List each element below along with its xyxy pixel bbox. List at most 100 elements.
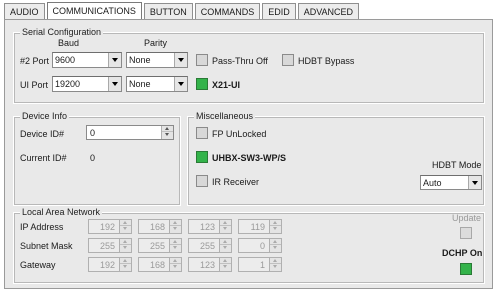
spin-down-icon[interactable]: [270, 226, 281, 232]
tab-commands[interactable]: COMMANDS: [194, 3, 261, 20]
chevron-down-icon[interactable]: [108, 53, 121, 67]
spinner-buttons[interactable]: [269, 239, 281, 252]
current-id-value: 0: [90, 153, 96, 163]
fp-unlocked-toggle[interactable]: [196, 127, 208, 139]
chevron-down-icon[interactable]: [468, 176, 481, 189]
spin-down-icon[interactable]: [220, 245, 231, 251]
ui-baud-select[interactable]: 19200: [52, 76, 122, 92]
hdbt-bypass-toggle[interactable]: [282, 54, 294, 66]
gateway-octet-3-value: 123: [199, 260, 215, 270]
spinner-buttons[interactable]: [169, 220, 181, 233]
subnet-octet-1[interactable]: 255: [88, 238, 132, 253]
tab-edid[interactable]: EDID: [262, 3, 296, 20]
update-label: Update: [452, 213, 482, 223]
ui-port-label: UI Port: [20, 80, 49, 90]
ip-octet-2[interactable]: 168: [138, 219, 182, 234]
tab-advanced[interactable]: ADVANCED: [297, 3, 360, 20]
gateway-octet-4-value: 1: [259, 260, 265, 270]
spin-down-icon[interactable]: [220, 226, 231, 232]
subnet-octet-3-value: 255: [199, 241, 215, 251]
spinner-buttons[interactable]: [219, 239, 231, 252]
ip-octet-3[interactable]: 123: [188, 219, 232, 234]
port2-baud-select[interactable]: 9600: [52, 52, 122, 68]
miscellaneous-group: Miscellaneous FP UnLocked UHBX-SW3-WP/S …: [187, 110, 485, 206]
spin-down-icon[interactable]: [120, 245, 131, 251]
device-info-title: Device Info: [20, 110, 70, 122]
pass-thru-toggle[interactable]: [196, 54, 208, 66]
spinner-buttons[interactable]: [169, 258, 181, 271]
x21-ui-toggle[interactable]: [196, 78, 208, 90]
hdbt-bypass-label: HDBT Bypass: [298, 56, 355, 66]
update-button[interactable]: [460, 227, 472, 239]
gateway-octet-3[interactable]: 123: [188, 257, 232, 272]
ir-receiver-toggle[interactable]: [196, 175, 208, 187]
ip-octet-1-value: 192: [99, 222, 115, 232]
tab-communications[interactable]: COMMUNICATIONS: [46, 2, 142, 20]
subnet-octet-3[interactable]: 255: [188, 238, 232, 253]
hdbt-mode-select[interactable]: Auto: [420, 175, 482, 190]
subnet-octet-1-value: 255: [99, 241, 115, 251]
subnet-mask-label: Subnet Mask: [20, 241, 73, 251]
local-area-network-group: Local Area Network IP Address Subnet Mas…: [13, 206, 485, 284]
port2-parity-value: None: [129, 55, 151, 65]
ir-receiver-label: IR Receiver: [212, 177, 260, 187]
miscellaneous-title: Miscellaneous: [194, 110, 256, 122]
subnet-octet-4[interactable]: 0: [238, 238, 282, 253]
serial-configuration-group: Serial Configuration Baud Parity #2 Port…: [13, 26, 485, 104]
gateway-octet-4[interactable]: 1: [238, 257, 282, 272]
spinner-buttons[interactable]: [169, 239, 181, 252]
spin-down-icon[interactable]: [270, 264, 281, 270]
spinner-buttons[interactable]: [219, 258, 231, 271]
spinner-buttons[interactable]: [161, 126, 173, 139]
device-id-spinner[interactable]: 0: [86, 125, 174, 140]
spin-down-icon[interactable]: [220, 264, 231, 270]
pass-thru-label: Pass-Thru Off: [212, 56, 268, 66]
device-info-group: Device Info Device ID# 0 Current ID# 0: [13, 110, 181, 206]
model-label: UHBX-SW3-WP/S: [212, 153, 286, 163]
subnet-octet-2[interactable]: 255: [138, 238, 182, 253]
spin-down-icon[interactable]: [270, 245, 281, 251]
gateway-label: Gateway: [20, 260, 56, 270]
dhcp-label: DCHP On: [442, 248, 483, 258]
port2-label: #2 Port: [20, 56, 50, 66]
ip-octet-4[interactable]: 119: [238, 219, 282, 234]
tab-button[interactable]: BUTTON: [143, 3, 193, 20]
spin-down-icon[interactable]: [162, 132, 173, 138]
tab-bar: AUDIO COMMUNICATIONS BUTTON COMMANDS EDI…: [4, 2, 361, 20]
spin-down-icon[interactable]: [120, 226, 131, 232]
spin-down-icon[interactable]: [170, 245, 181, 251]
subnet-octet-4-value: 0: [259, 241, 265, 251]
spinner-buttons[interactable]: [119, 220, 131, 233]
tab-audio[interactable]: AUDIO: [4, 3, 45, 20]
spin-down-icon[interactable]: [170, 226, 181, 232]
dhcp-toggle[interactable]: [460, 263, 472, 275]
gateway-octet-1[interactable]: 192: [88, 257, 132, 272]
spinner-buttons[interactable]: [119, 258, 131, 271]
spin-down-icon[interactable]: [120, 264, 131, 270]
spin-down-icon[interactable]: [170, 264, 181, 270]
ip-octet-1[interactable]: 192: [88, 219, 132, 234]
hdbt-mode-label: HDBT Mode: [432, 160, 482, 170]
chevron-down-icon[interactable]: [174, 53, 187, 67]
fp-unlocked-label: FP UnLocked: [212, 129, 267, 139]
ui-parity-select[interactable]: None: [126, 76, 188, 92]
spinner-buttons[interactable]: [269, 258, 281, 271]
spinner-buttons[interactable]: [119, 239, 131, 252]
spinner-buttons[interactable]: [219, 220, 231, 233]
gateway-octet-2[interactable]: 168: [138, 257, 182, 272]
model-status-indicator[interactable]: [196, 151, 208, 163]
chevron-down-icon[interactable]: [174, 77, 187, 91]
ip-address-label: IP Address: [20, 222, 64, 232]
chevron-down-icon[interactable]: [108, 77, 121, 91]
subnet-octet-2-value: 255: [149, 241, 165, 251]
local-area-network-title: Local Area Network: [20, 206, 103, 218]
current-id-label: Current ID#: [20, 153, 67, 163]
gateway-octet-2-value: 168: [149, 260, 165, 270]
ui-parity-value: None: [129, 79, 151, 89]
spinner-buttons[interactable]: [269, 220, 281, 233]
x21-ui-label: X21-UI: [212, 80, 241, 90]
parity-header: Parity: [144, 38, 168, 48]
port2-parity-select[interactable]: None: [126, 52, 188, 68]
communications-panel: Serial Configuration Baud Parity #2 Port…: [4, 19, 493, 289]
device-id-value: 0: [90, 128, 96, 138]
